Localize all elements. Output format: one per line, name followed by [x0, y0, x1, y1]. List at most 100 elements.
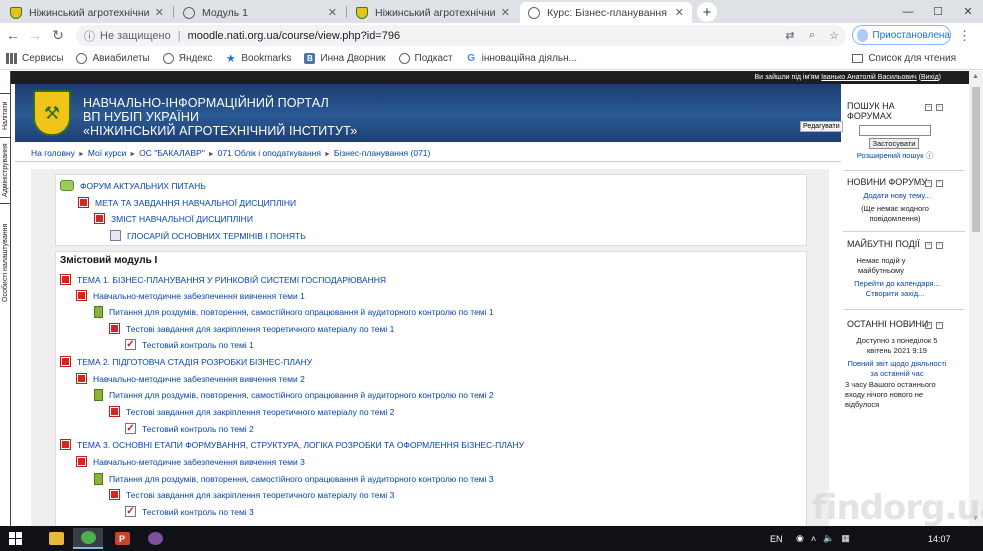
minimize-button[interactable]: — [893, 0, 923, 23]
taskbar-chrome[interactable] [73, 528, 103, 549]
resource-link[interactable]: Тестові завдання для закріплення теорети… [109, 406, 394, 417]
breadcrumb-specialty[interactable]: 071 Облік і оподаткування [218, 148, 321, 158]
input-language[interactable]: EN [770, 526, 783, 551]
taskbar-viber[interactable] [140, 528, 170, 549]
back-button[interactable]: ← [4, 26, 22, 44]
hide-block-icon[interactable]: − [925, 322, 932, 329]
bookmark-apps[interactable]: Сервисы [6, 53, 63, 64]
close-window-button[interactable]: ✕ [953, 0, 983, 23]
forward-button[interactable]: → [26, 26, 44, 44]
bookmark-yandex[interactable]: Яндекс [162, 53, 212, 64]
bookmark-vk[interactable]: B Инна Дворник [304, 53, 386, 64]
forum-link[interactable]: ФОРУМ АКТУАЛЬНИХ ПИТАНЬ [60, 180, 206, 191]
book-link[interactable]: Питання для роздумів, повторення, самост… [94, 389, 494, 401]
globe-icon [162, 53, 174, 64]
translate-icon[interactable]: ⇄ [781, 25, 799, 46]
taskbar-powerpoint[interactable]: P [107, 528, 137, 549]
search-apply-button[interactable]: Застосувати [869, 138, 919, 149]
avatar [857, 28, 869, 42]
browser-menu-icon[interactable]: ⋮ [958, 28, 971, 44]
new-tab-button[interactable]: + [697, 2, 717, 22]
start-button[interactable] [6, 528, 24, 549]
full-report-link[interactable]: Повний звіт щодо діяльності за останній … [845, 359, 949, 379]
dock-tab-admin[interactable]: Адміністрування [0, 137, 11, 203]
bookmark-google[interactable]: Gінноваційна діяльн... [466, 53, 577, 64]
dock-tab-1[interactable]: Налітати [0, 93, 11, 137]
tray-app-icon[interactable]: ◉ [796, 533, 804, 544]
page-scrollbar[interactable]: ▲ ▼ [969, 71, 983, 526]
browser-tab-4-active[interactable]: Курс: Бізнес-планування ✕ [520, 2, 692, 23]
resource-link[interactable]: МЕТА ТА ЗАВДАННЯ НАВЧАЛЬНОЇ ДИСЦИПЛІНИ [78, 197, 296, 208]
help-icon[interactable]: ⓘ [926, 151, 934, 160]
book-link[interactable]: Питання для роздумів, повторення, самост… [94, 473, 494, 485]
dock-block-icon[interactable]: ▫ [936, 242, 943, 249]
quiz-link[interactable]: ✓ Тестовий контроль по темі 2 [125, 423, 254, 434]
logout-link[interactable]: Вихід [921, 74, 939, 81]
advanced-search-link[interactable]: Розширений пошук ⓘ [855, 151, 935, 161]
resource-link[interactable]: Навчально-методичне забезпечення вивченн… [76, 290, 305, 301]
bookmark-bookmarks[interactable]: ★ Bookmarks [225, 53, 291, 65]
volume-icon[interactable]: 🔈 [823, 533, 834, 544]
resource-link[interactable]: Навчально-методичне забезпечення вивченн… [76, 456, 305, 467]
scroll-up-icon[interactable]: ▲ [972, 73, 979, 80]
topic-link[interactable]: ТЕМА 3. ОСНОВНІ ЕТАПИ ФОРМУВАННЯ, СТРУКТ… [60, 439, 524, 450]
security-label: Не защищено [100, 29, 171, 42]
breadcrumb-my-courses[interactable]: Мої курси [88, 148, 126, 158]
edit-button[interactable]: Редагувати [800, 121, 843, 132]
dock-block-icon[interactable]: ▫ [936, 104, 943, 111]
breadcrumb-course[interactable]: Бізнес-планування (071) [334, 148, 430, 158]
tray-chevron-icon[interactable]: ˄ [811, 534, 816, 544]
topic-link[interactable]: ТЕМА 1. БІЗНЕС-ПЛАНУВАННЯ У РИНКОВІЙ СИС… [60, 274, 386, 285]
resource-link[interactable]: ЗМІСТ НАВЧАЛЬНОЇ ДИСЦИПЛІНИ [94, 213, 253, 224]
close-tab-icon[interactable]: ✕ [328, 6, 337, 19]
dock-block-icon[interactable]: ▫ [936, 322, 943, 329]
resource-link[interactable]: Тестові завдання для закріплення теорети… [109, 323, 394, 334]
resource-link[interactable]: Тестові завдання для закріплення теорети… [109, 489, 394, 500]
hide-block-icon[interactable]: − [925, 180, 932, 187]
forum-search-input[interactable] [859, 125, 931, 136]
address-bar[interactable]: ⓘ Не защищено | moodle.nati.org.ua/cours… [76, 25, 846, 46]
topic-link[interactable]: ТЕМА 2. ПІДГОТОВЧА СТАДІЯ РОЗРОБКИ БІЗНЕ… [60, 356, 312, 367]
browser-tab-2[interactable]: Модуль 1 ✕ [175, 2, 345, 23]
hide-block-icon[interactable]: − [925, 104, 932, 111]
taskbar-explorer[interactable] [41, 528, 71, 549]
clock[interactable]: 14:07 [928, 526, 951, 551]
glossary-link[interactable]: ГЛОСАРІЙ ОСНОВНИХ ТЕРМІНІВ І ПОНЯТЬ [110, 230, 306, 241]
network-icon[interactable]: ▦ [841, 533, 850, 544]
browser-tab-3[interactable]: Ніжинський агротехнічний інсти ✕ [348, 2, 518, 23]
breadcrumb-home[interactable]: На головну [31, 148, 75, 158]
reload-button[interactable]: ↻ [49, 26, 67, 44]
book-icon [94, 389, 103, 401]
go-to-calendar-link[interactable]: Перейти до календаря... [847, 279, 947, 289]
dock-block-icon[interactable]: ▫ [936, 180, 943, 187]
close-tab-icon[interactable]: ✕ [675, 6, 684, 19]
reading-list-button[interactable]: Список для чтения [852, 53, 956, 64]
bookmark-avia[interactable]: Авиабилеты [76, 53, 150, 64]
quiz-link[interactable]: ✓ Тестовий контроль по темі 1 [125, 339, 254, 350]
glossary-icon [110, 230, 121, 241]
site-title: НАВЧАЛЬНО-ІНФОРМАЦІЙНИЙ ПОРТАЛ ВП НУБІП … [83, 96, 357, 138]
url-text[interactable]: moodle.nati.org.ua/course/view.php?id=79… [188, 30, 401, 42]
hide-block-icon[interactable]: − [925, 242, 932, 249]
scrollbar-thumb[interactable] [972, 87, 980, 232]
pdf-icon [76, 373, 87, 384]
create-event-link[interactable]: Створити захід... [847, 289, 943, 299]
breadcrumb-bachelor[interactable]: ОС "БАКАЛАВР" [139, 148, 205, 158]
maximize-button[interactable]: ☐ [923, 0, 953, 23]
site-header: ⚒ НАВЧАЛЬНО-ІНФОРМАЦІЙНИЙ ПОРТАЛ ВП НУБІ… [15, 84, 843, 142]
dock-tab-settings[interactable]: Особисті налаштування [0, 203, 11, 321]
quiz-link[interactable]: ✓ Тестовий контроль по темі 3 [125, 506, 254, 517]
zoom-icon[interactable]: ⌕ [803, 25, 821, 46]
info-icon[interactable]: ⓘ [84, 28, 95, 44]
book-link[interactable]: Питання для роздумів, повторення, самост… [94, 306, 494, 318]
bookmark-star-icon[interactable]: ☆ [825, 25, 843, 46]
close-tab-icon[interactable]: ✕ [155, 6, 164, 19]
login-user-link[interactable]: Іванько Анатолій Васильович [821, 74, 916, 81]
bookmark-podcast[interactable]: Подкаст [398, 53, 453, 64]
pdf-icon [60, 439, 71, 450]
close-tab-icon[interactable]: ✕ [501, 6, 510, 19]
profile-button[interactable]: Приостановлена [852, 25, 951, 45]
browser-tab-1[interactable]: Ніжинський агротехнічний інсти ✕ [2, 2, 172, 23]
resource-link[interactable]: Навчально-методичне забезпечення вивченн… [76, 373, 305, 384]
add-topic-link[interactable]: Додати нову тему... [849, 191, 945, 201]
